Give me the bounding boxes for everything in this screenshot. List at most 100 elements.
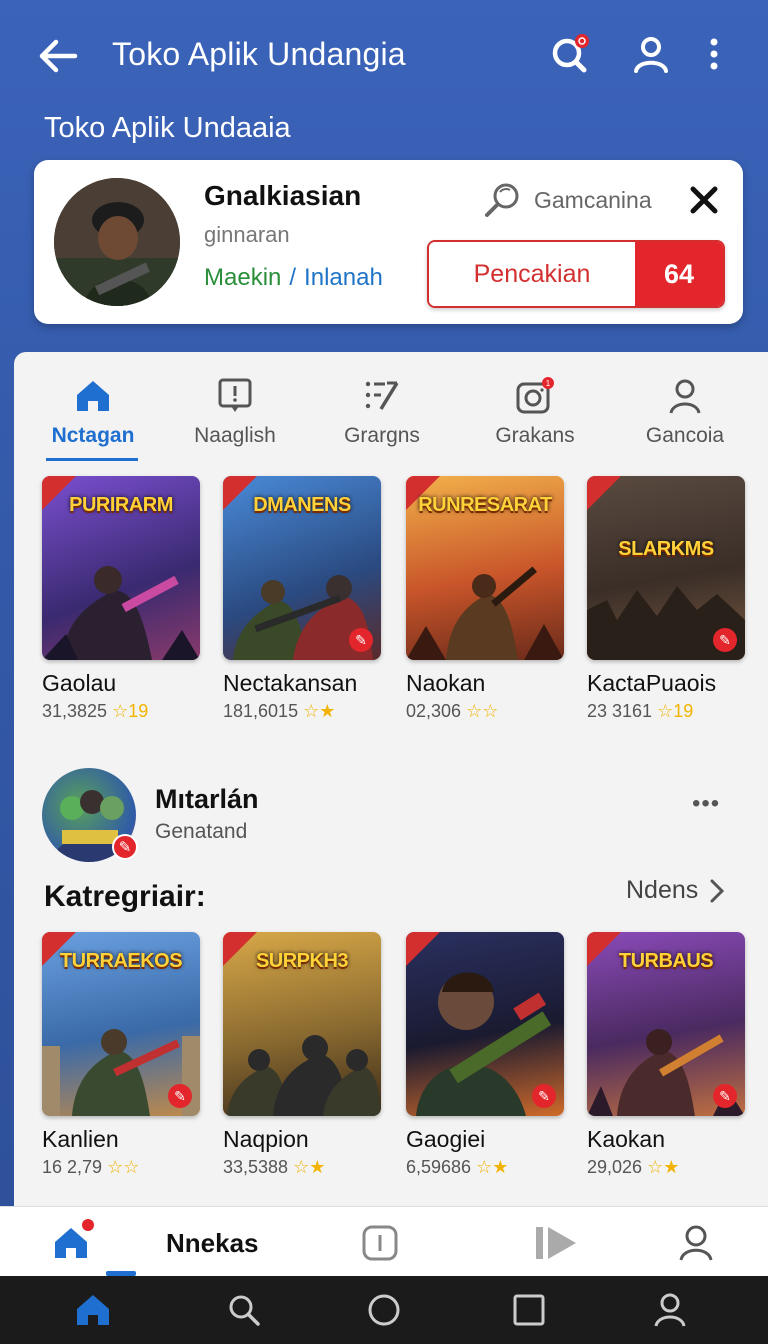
profile-search[interactable]: Gamcanina bbox=[482, 180, 652, 220]
game-name: KactaPuaois bbox=[587, 670, 717, 696]
link-primary[interactable]: Maekin bbox=[204, 264, 281, 291]
game-card[interactable]: SLARKMS ✎ KactaPuaois 23 3161 ☆19 bbox=[587, 476, 745, 722]
page-subtitle: Toko Aplik Undaaia bbox=[44, 112, 291, 144]
nav-person-icon[interactable] bbox=[678, 1219, 714, 1267]
tab-label: Nctagan bbox=[51, 424, 135, 447]
game-card[interactable]: DMANENS ✎ Nectakansan 181,6015 ☆★ bbox=[223, 476, 381, 722]
more-vert-icon[interactable] bbox=[692, 32, 736, 76]
square-icon[interactable] bbox=[507, 1290, 551, 1330]
star-icon: ☆★ bbox=[293, 1157, 326, 1177]
game-thumbnail: TURBAUS ✎ bbox=[587, 932, 745, 1116]
game-card[interactable]: TURBAUS ✎ Kaokan 29,026 ☆★ bbox=[587, 932, 745, 1178]
game-thumbnail: SLARKMS ✎ bbox=[587, 476, 745, 660]
profile-search-label: Gamcanina bbox=[534, 186, 652, 213]
list-edit-icon bbox=[363, 372, 401, 420]
game-name: Kanlien bbox=[42, 1126, 119, 1152]
star-icon: ☆★ bbox=[647, 1157, 680, 1177]
tab-label: Naaglish bbox=[194, 424, 276, 447]
more-horiz-icon[interactable]: ••• bbox=[692, 790, 720, 818]
see-all-link[interactable]: Ndens bbox=[626, 876, 725, 905]
circle-icon[interactable] bbox=[362, 1290, 406, 1330]
tab-label: Grargns bbox=[344, 424, 420, 447]
bottom-nav: Nnekas bbox=[0, 1206, 768, 1276]
star-icon: ☆★ bbox=[303, 701, 336, 721]
nav-alert-box-icon[interactable] bbox=[362, 1219, 398, 1267]
svg-text:1: 1 bbox=[546, 379, 551, 388]
game-name: Gaogiei bbox=[406, 1126, 486, 1152]
system-nav-bar bbox=[0, 1276, 768, 1344]
camera-icon: 1 bbox=[514, 372, 556, 420]
game-name: Kaokan bbox=[587, 1126, 666, 1152]
game-meta: 6,59686 ☆★ bbox=[406, 1157, 509, 1177]
person-icon[interactable] bbox=[648, 1290, 692, 1330]
game-name: Naokan bbox=[406, 670, 486, 696]
tab-grakans[interactable]: 1 Grakans bbox=[460, 372, 610, 462]
close-icon[interactable] bbox=[684, 180, 724, 220]
star-icon: ☆☆ bbox=[466, 701, 499, 721]
avatar[interactable] bbox=[54, 178, 180, 306]
game-name: Nectakansan bbox=[223, 670, 358, 696]
game-meta: 33,5388 ☆★ bbox=[223, 1157, 326, 1177]
profile-links: Maekin / Inlanah bbox=[204, 264, 383, 292]
home-icon[interactable] bbox=[71, 1290, 115, 1330]
game-card[interactable]: RUNRESARAT Naokan 02,306 ☆☆ bbox=[406, 476, 564, 722]
person-icon bbox=[667, 372, 703, 420]
game-name: Gaolau bbox=[42, 670, 117, 696]
game-card[interactable]: ✎ Gaogiei 6,59686 ☆★ bbox=[406, 932, 564, 1178]
link-secondary[interactable]: Inlanah bbox=[304, 264, 383, 291]
link-separator: / bbox=[289, 264, 297, 291]
game-meta: 23 3161 ☆19 bbox=[587, 701, 694, 721]
game-card[interactable]: PURIRARM Gaolau 31,3825 ☆19 bbox=[42, 476, 200, 722]
tab-gancoia[interactable]: Gancoia bbox=[610, 372, 760, 462]
app-bar: Toko Aplik Undangia bbox=[0, 0, 768, 110]
game-thumbnail: PURIRARM bbox=[42, 476, 200, 660]
developer-name: Mıtarlán bbox=[155, 784, 259, 814]
tab-nctagan[interactable]: Nctagan bbox=[18, 372, 168, 462]
tab-label: Grakans bbox=[495, 424, 575, 447]
search-icon[interactable] bbox=[222, 1290, 266, 1330]
game-thumbnail: SURPKH3 bbox=[223, 932, 381, 1116]
nav-label[interactable]: Nnekas bbox=[166, 1219, 259, 1267]
search-icon[interactable] bbox=[548, 32, 592, 76]
action-count-badge: 64 bbox=[635, 242, 723, 306]
profile-subtitle: ginnaran bbox=[204, 222, 290, 247]
game-card[interactable]: SURPKH3 Naqpion 33,5388 ☆★ bbox=[223, 932, 381, 1178]
game-meta: 02,306 ☆☆ bbox=[406, 701, 499, 721]
game-card[interactable]: TURRAEKOS ✎ Kanlien 16 2,79 ☆☆ bbox=[42, 932, 200, 1178]
tab-naaglish[interactable]: Naaglish bbox=[160, 372, 310, 462]
content-sheet: Nctagan Naaglish Grargns 1 Grakans Ganco… bbox=[14, 352, 768, 1232]
see-all-label: Ndens bbox=[626, 876, 699, 904]
notification-dot bbox=[82, 1219, 94, 1231]
game-thumbnail: TURRAEKOS ✎ bbox=[42, 932, 200, 1116]
thumbnail-title: RUNRESARAT bbox=[418, 494, 552, 516]
game-name: Naqpion bbox=[223, 1126, 309, 1152]
action-button-label: Pencakian bbox=[429, 242, 635, 306]
alert-box-icon bbox=[217, 372, 253, 420]
games-row-1: PURIRARM Gaolau 31,3825 ☆19 DMANENS ✎ Ne… bbox=[42, 476, 745, 736]
game-thumbnail: DMANENS ✎ bbox=[223, 476, 381, 660]
tab-label: Gancoia bbox=[645, 424, 725, 447]
game-meta: 29,026 ☆★ bbox=[587, 1157, 680, 1177]
game-meta: 181,6015 ☆★ bbox=[223, 701, 336, 721]
tab-grargns[interactable]: Grargns bbox=[307, 372, 457, 462]
developer-row[interactable]: ✎ Mıtarlán Genatand ••• bbox=[42, 768, 742, 868]
game-thumbnail: ✎ bbox=[406, 932, 564, 1116]
nav-play-icon[interactable] bbox=[536, 1219, 578, 1267]
thumbnail-title: TURRAEKOS bbox=[59, 950, 183, 972]
back-arrow-icon[interactable] bbox=[36, 34, 80, 78]
star-icon: ☆ bbox=[112, 701, 129, 721]
developer-subtitle: Genatand bbox=[155, 820, 248, 843]
game-meta: 16 2,79 ☆☆ bbox=[42, 1157, 140, 1177]
profile-name: Gnalkiasian bbox=[204, 180, 362, 211]
game-badge-icon: ✎ bbox=[713, 1084, 737, 1108]
action-button[interactable]: Pencakian 64 bbox=[427, 240, 725, 308]
section-title: Katregriair: bbox=[44, 880, 206, 913]
game-meta: 31,3825 ☆19 bbox=[42, 701, 149, 721]
game-badge-icon: ✎ bbox=[532, 1084, 556, 1108]
account-icon[interactable] bbox=[629, 32, 673, 76]
chevron-right-icon bbox=[710, 879, 725, 902]
thumbnail-title: DMANENS bbox=[253, 494, 351, 516]
home-icon bbox=[74, 372, 112, 420]
game-thumbnail: RUNRESARAT bbox=[406, 476, 564, 660]
tab-bar: Nctagan Naaglish Grargns 1 Grakans Ganco… bbox=[14, 372, 768, 462]
